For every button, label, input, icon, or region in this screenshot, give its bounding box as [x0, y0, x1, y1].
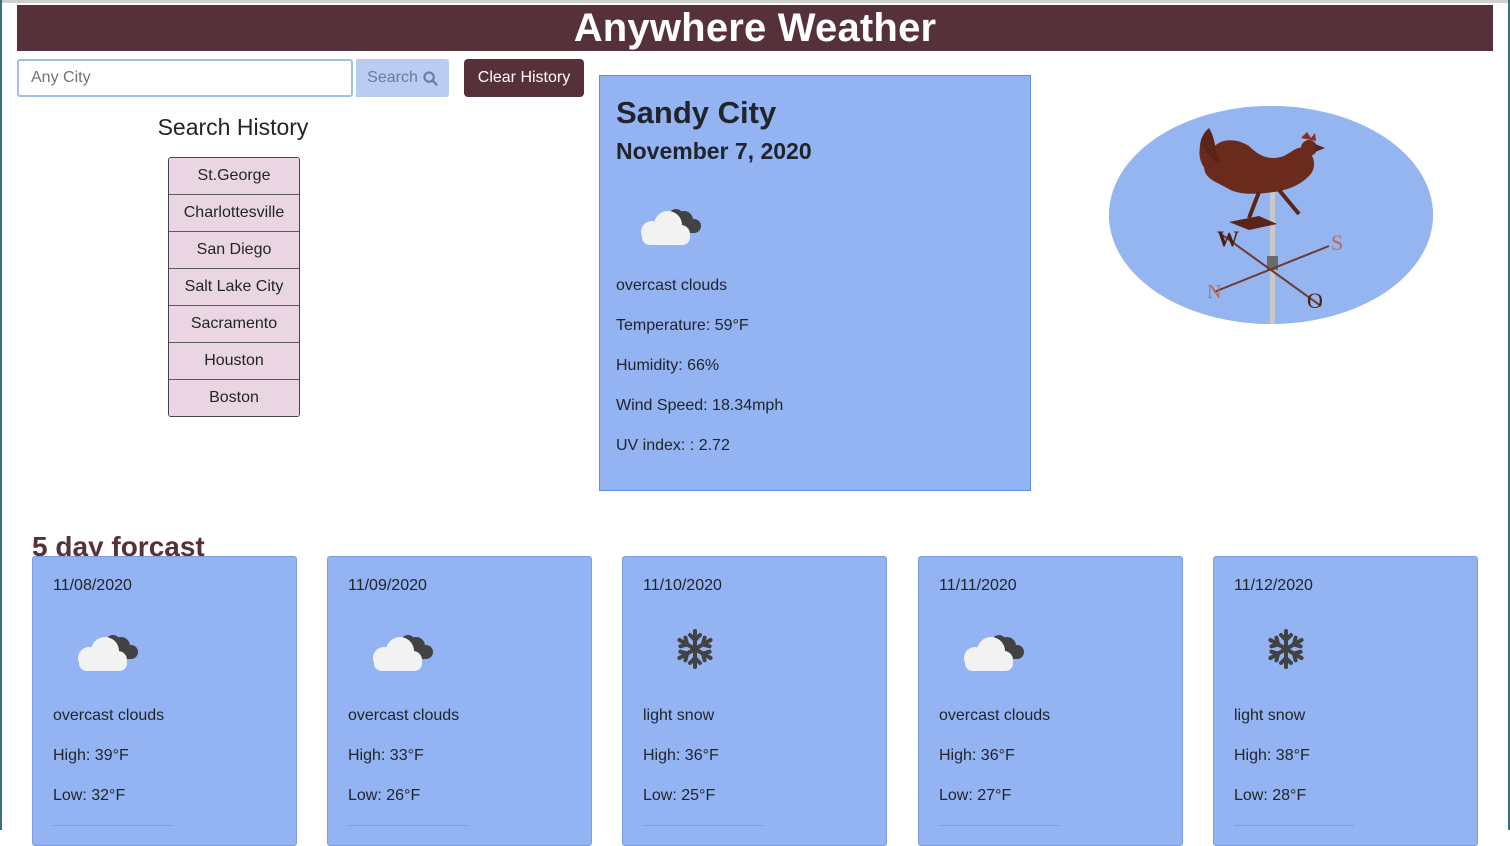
app-header: Anywhere Weather — [17, 5, 1493, 51]
svg-text:N: N — [1207, 281, 1221, 303]
history-item-san-diego[interactable]: San Diego — [169, 232, 299, 269]
svg-text:S: S — [1331, 230, 1343, 255]
current-wind-speed: Wind Speed: 18.34mph — [616, 397, 784, 414]
search-button-label: Search — [367, 69, 418, 86]
snowflake-icon — [1268, 629, 1304, 669]
forecast-date: 11/11/2020 — [939, 577, 1017, 594]
forecast-date: 11/08/2020 — [53, 577, 132, 594]
forecast-low: Low: 25°F — [643, 787, 716, 804]
forecast-high: High: 39°F — [53, 747, 129, 764]
window-top-border — [0, 0, 1510, 3]
current-weather-card: Sandy City November 7, 2020 overcast clo… — [599, 75, 1031, 491]
svg-text:O: O — [1307, 288, 1323, 313]
history-item-st-george[interactable]: St.George — [169, 158, 299, 195]
history-item-houston[interactable]: Houston — [169, 343, 299, 380]
weathervane-image: W S N O — [1109, 106, 1433, 324]
forecast-low: Low: 32°F — [53, 787, 126, 804]
forecast-high: High: 36°F — [643, 747, 719, 764]
forecast-description: overcast clouds — [939, 707, 1051, 724]
forecast-high: High: 38°F — [1234, 747, 1310, 764]
current-uv-index: UV index: : 2.72 — [616, 437, 730, 454]
clear-history-button[interactable]: Clear History — [464, 59, 584, 97]
forecast-high: High: 33°F — [348, 747, 424, 764]
history-item-sacramento[interactable]: Sacramento — [169, 306, 299, 343]
history-item-salt-lake-city[interactable]: Salt Lake City — [169, 269, 299, 306]
overcast-cloud-icon — [373, 635, 433, 671]
current-humidity: Humidity: 66% — [616, 357, 720, 374]
current-description: overcast clouds — [616, 277, 728, 294]
forecast-card-day-4: 11/11/2020 overcast clouds High: 36°F Lo… — [918, 556, 1183, 846]
forecast-low: Low: 28°F — [1234, 787, 1307, 804]
forecast-high: High: 36°F — [939, 747, 1015, 764]
search-button[interactable]: Search — [356, 59, 449, 97]
search-history-list: St.George Charlottesville San Diego Salt… — [168, 157, 300, 417]
forecast-description: overcast clouds — [348, 707, 460, 724]
forecast-card-day-3: 11/10/2020 light snow High: 36°F Low: 25… — [622, 556, 887, 846]
current-date: November 7, 2020 — [616, 138, 812, 164]
search-history-title: Search History — [157, 114, 309, 140]
current-temperature: Temperature: 59°F — [616, 317, 749, 334]
forecast-date: 11/10/2020 — [643, 577, 722, 594]
forecast-date: 11/12/2020 — [1234, 577, 1313, 594]
forecast-description: light snow — [643, 707, 715, 724]
snowflake-icon — [677, 629, 713, 669]
forecast-card-day-5: 11/12/2020 light snow High: 38°F Low: 28… — [1213, 556, 1478, 846]
search-icon — [423, 70, 438, 86]
overcast-cloud-icon — [78, 635, 138, 671]
forecast-low: Low: 27°F — [939, 787, 1012, 804]
city-search-input[interactable] — [17, 59, 353, 97]
forecast-description: overcast clouds — [53, 707, 165, 724]
history-item-charlottesville[interactable]: Charlottesville — [169, 195, 299, 232]
window-left-edge — [0, 0, 2, 830]
overcast-cloud-icon — [641, 209, 701, 245]
current-city-name: Sandy City — [616, 95, 777, 130]
forecast-card-day-2: 11/09/2020 overcast clouds High: 33°F Lo… — [327, 556, 592, 846]
forecast-date: 11/09/2020 — [348, 577, 427, 594]
forecast-description: light snow — [1234, 707, 1306, 724]
overcast-cloud-icon — [964, 635, 1024, 671]
forecast-card-day-1: 11/08/2020 overcast clouds High: 39°F Lo… — [32, 556, 297, 846]
history-item-boston[interactable]: Boston — [169, 380, 299, 416]
app-title: Anywhere Weather — [573, 5, 937, 50]
forecast-low: Low: 26°F — [348, 787, 421, 804]
svg-text:W: W — [1217, 226, 1239, 251]
